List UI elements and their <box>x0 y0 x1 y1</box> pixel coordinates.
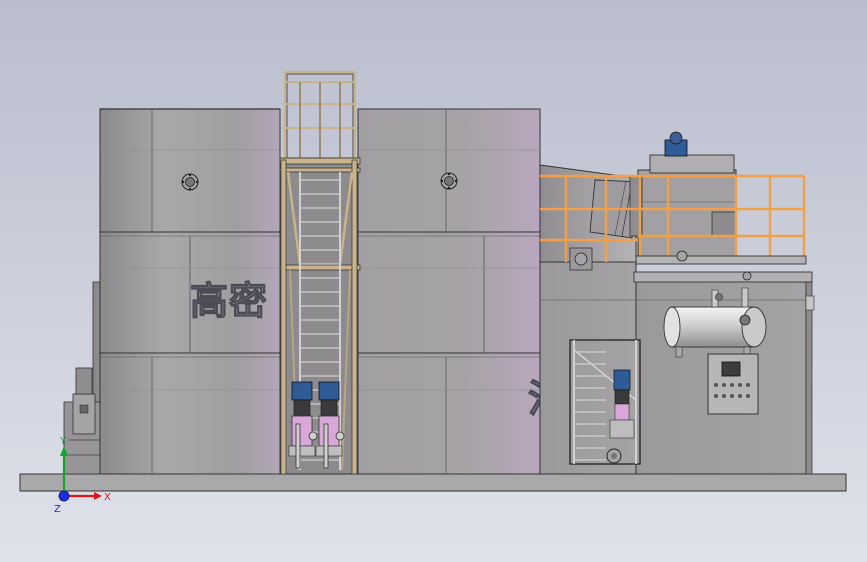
pump-left <box>288 381 316 457</box>
triad-z-label: Z <box>54 504 61 515</box>
screw-press-hopper <box>539 164 641 271</box>
left-tank-manhole <box>181 173 199 191</box>
drain-flange <box>606 448 622 464</box>
triad-z-axis <box>58 490 70 502</box>
base-slab <box>19 473 847 492</box>
tank-lettering-left: 高密 <box>190 279 268 323</box>
platform-deck <box>635 255 807 265</box>
process-tank-body <box>539 261 815 475</box>
control-panel <box>707 353 759 415</box>
cad-viewport[interactable]: 高密 池 <box>0 0 867 562</box>
right-tank-manhole <box>440 172 458 190</box>
top-machine-housing <box>629 154 737 261</box>
triad-y-label: Y <box>59 436 67 447</box>
pump-right <box>315 381 343 457</box>
right-tank <box>357 108 541 475</box>
triad-x-label: X <box>104 492 111 503</box>
